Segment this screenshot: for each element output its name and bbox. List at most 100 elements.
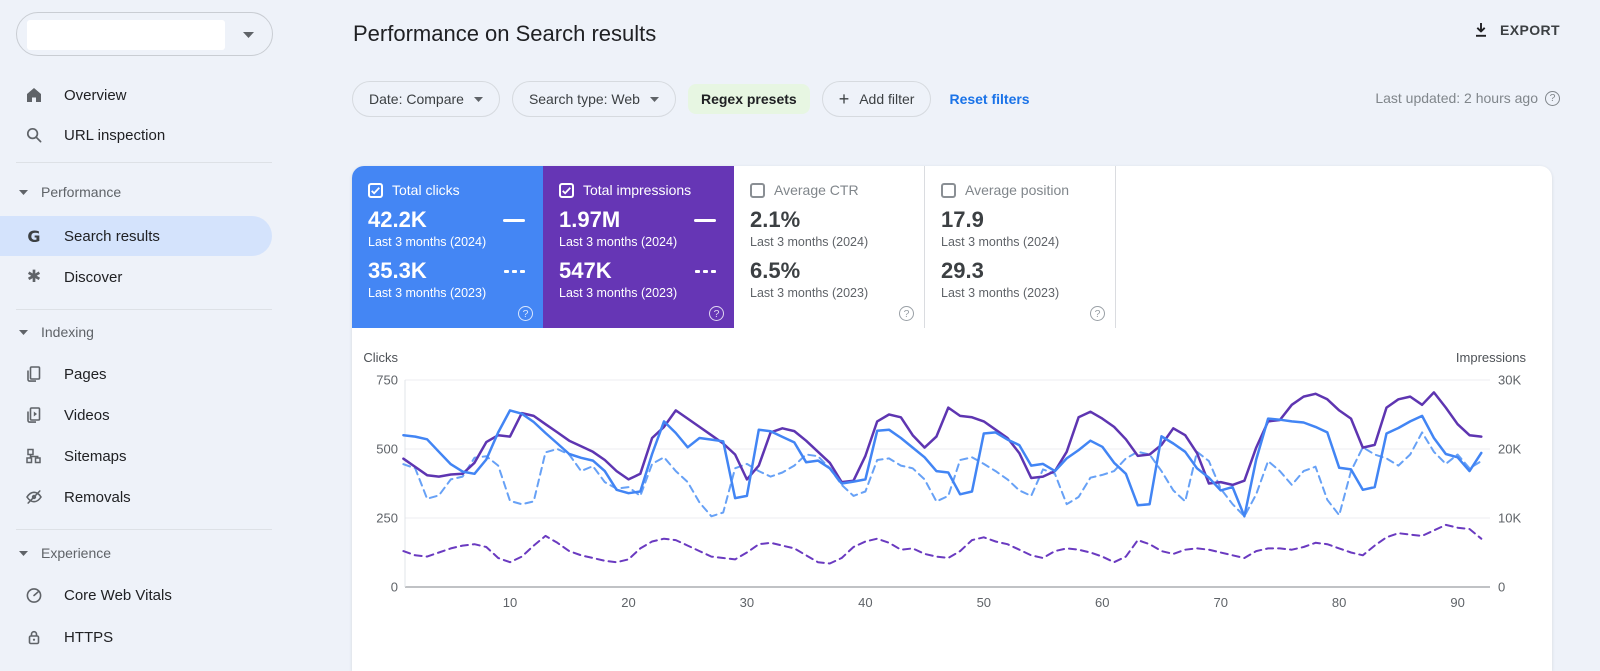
sidebar-item-label: Core Web Vitals [64,586,172,604]
metric-value: 35.3K [368,258,427,283]
sidebar-item-label: Videos [64,406,110,424]
sidebar-item-label: Overview [64,86,127,104]
x-tick-label: 80 [1332,595,1346,610]
performance-panel: Total clicks 42.2K Last 3 months (2024) … [352,166,1552,671]
x-tick-label: 30 [740,595,754,610]
sidebar-item-discover[interactable]: ✱ Discover [0,260,272,294]
checkbox-checked-icon[interactable] [368,182,383,198]
sidebar-item-sitemaps[interactable]: Sitemaps [0,439,272,473]
series-line-clicks-2023-[interactable] [402,431,1483,518]
y-left-tick-label: 750 [376,373,398,388]
help-icon[interactable] [709,306,724,321]
google-g-icon: G [27,226,41,246]
y-left-tick-label: 250 [376,511,398,526]
section-label: Experience [41,545,112,561]
solid-line-legend-icon [694,218,716,222]
solid-line-legend-icon [503,218,525,222]
date-filter-dropdown[interactable]: Date: Compare [352,81,500,117]
x-tick-label: 50 [977,595,991,610]
series-line-clicks-2024-[interactable] [402,409,1483,518]
series-line-impressions-2023-[interactable] [402,523,1483,565]
checkbox-checked-icon[interactable] [559,182,574,198]
checkbox-unchecked-icon[interactable] [750,182,765,198]
help-icon[interactable] [899,306,914,321]
metric-value: 42.2K [368,207,427,232]
chevron-down-icon [19,329,28,335]
speedometer-icon [23,585,45,605]
sidebar-item-label: Removals [64,488,131,506]
sidebar-item-overview[interactable]: Overview [0,78,272,112]
performance-chart[interactable]: 750 500 250 0 30K 20K 10K 0 10 20 30 40 50 60 70 80 90 Cl… [352,346,1552,671]
sidebar-item-removals[interactable]: Removals [0,480,272,514]
sidebar-item-https[interactable]: HTTPS [0,620,272,654]
help-icon[interactable] [1090,306,1105,321]
add-filter-button[interactable]: + Add filter [821,81,932,117]
y-left-tick-label: 0 [391,580,398,595]
discover-asterisk-icon: ✱ [26,267,42,286]
property-selector[interactable] [16,12,273,56]
video-icon [23,405,45,425]
plus-icon: + [838,88,850,109]
filter-bar: Date: Compare Search type: Web Regex pre… [352,81,1030,117]
sidebar-section-performance[interactable]: Performance [0,178,121,206]
sidebar-section-indexing[interactable]: Indexing [0,318,94,346]
help-icon[interactable] [1545,90,1560,106]
dashed-line-legend-icon [695,269,716,273]
metric-value: 2.1% [750,207,801,232]
home-icon [23,85,45,105]
regex-presets-chip[interactable]: Regex presets [687,84,810,114]
y-right-axis-title: Impressions [1456,350,1527,365]
x-tick-label: 70 [1213,595,1227,610]
sidebar-item-label: Search results [64,227,160,245]
metric-card-total-impressions[interactable]: Total impressions 1.97M Last 3 months (2… [543,166,734,328]
y-right-tick-label: 30K [1498,373,1521,388]
sidebar-item-pages[interactable]: Pages [0,357,272,391]
sidebar-item-label: Pages [64,365,107,383]
y-right-tick-label: 20K [1498,442,1521,457]
metric-value: 17.9 [941,207,984,232]
y-right-tick-label: 0 [1498,580,1505,595]
y-left-axis-title: Clicks [363,350,398,365]
sidebar-item-search-results[interactable]: G Search results [0,216,272,256]
x-tick-label: 60 [1095,595,1109,610]
x-tick-label: 40 [858,595,872,610]
metric-value: 6.5% [750,258,801,283]
section-label: Performance [41,184,122,200]
metric-card-average-ctr[interactable]: Average CTR 2.1% Last 3 months (2024) 6.… [734,166,925,328]
sidebar-item-videos[interactable]: Videos [0,398,272,432]
section-label: Indexing [41,324,94,340]
chevron-down-icon [473,96,483,102]
help-icon[interactable] [518,306,533,321]
page-title: Performance on Search results [353,21,657,46]
eye-off-icon [23,487,45,507]
sidebar-item-core-web-vitals[interactable]: Core Web Vitals [0,578,272,612]
chevron-down-icon [19,550,28,556]
x-tick-label: 10 [503,595,517,610]
checkbox-unchecked-icon[interactable] [941,182,956,198]
y-left-tick-label: 500 [376,442,398,457]
x-tick-label: 90 [1450,595,1464,610]
chevron-down-icon [19,189,28,195]
sidebar-item-label: URL inspection [64,126,166,144]
chevron-down-icon [649,96,659,102]
download-icon [1476,23,1487,37]
sidebar-item-label: Sitemaps [64,447,127,465]
y-right-tick-label: 10K [1498,511,1521,526]
sidebar-divider [16,309,272,310]
lock-icon [23,627,45,647]
search-type-filter-dropdown[interactable]: Search type: Web [511,81,676,117]
sidebar-item-label: Discover [64,268,123,286]
property-name-field [27,20,225,50]
search-icon [23,125,45,145]
sidebar-divider [16,162,272,163]
chevron-down-icon [243,32,254,38]
metric-value: 547K [559,258,612,283]
sidebar-section-experience[interactable]: Experience [0,539,111,567]
metric-card-total-clicks[interactable]: Total clicks 42.2K Last 3 months (2024) … [352,166,543,328]
metric-card-average-position[interactable]: Average position 17.9 Last 3 months (202… [925,166,1116,328]
last-updated: Last updated: 2 hours ago [1375,90,1560,106]
export-button[interactable]: EXPORT [1471,20,1560,40]
sidebar-item-url-inspection[interactable]: URL inspection [0,118,272,152]
reset-filters-link[interactable]: Reset filters [949,91,1029,107]
metric-value: 1.97M [559,207,621,232]
